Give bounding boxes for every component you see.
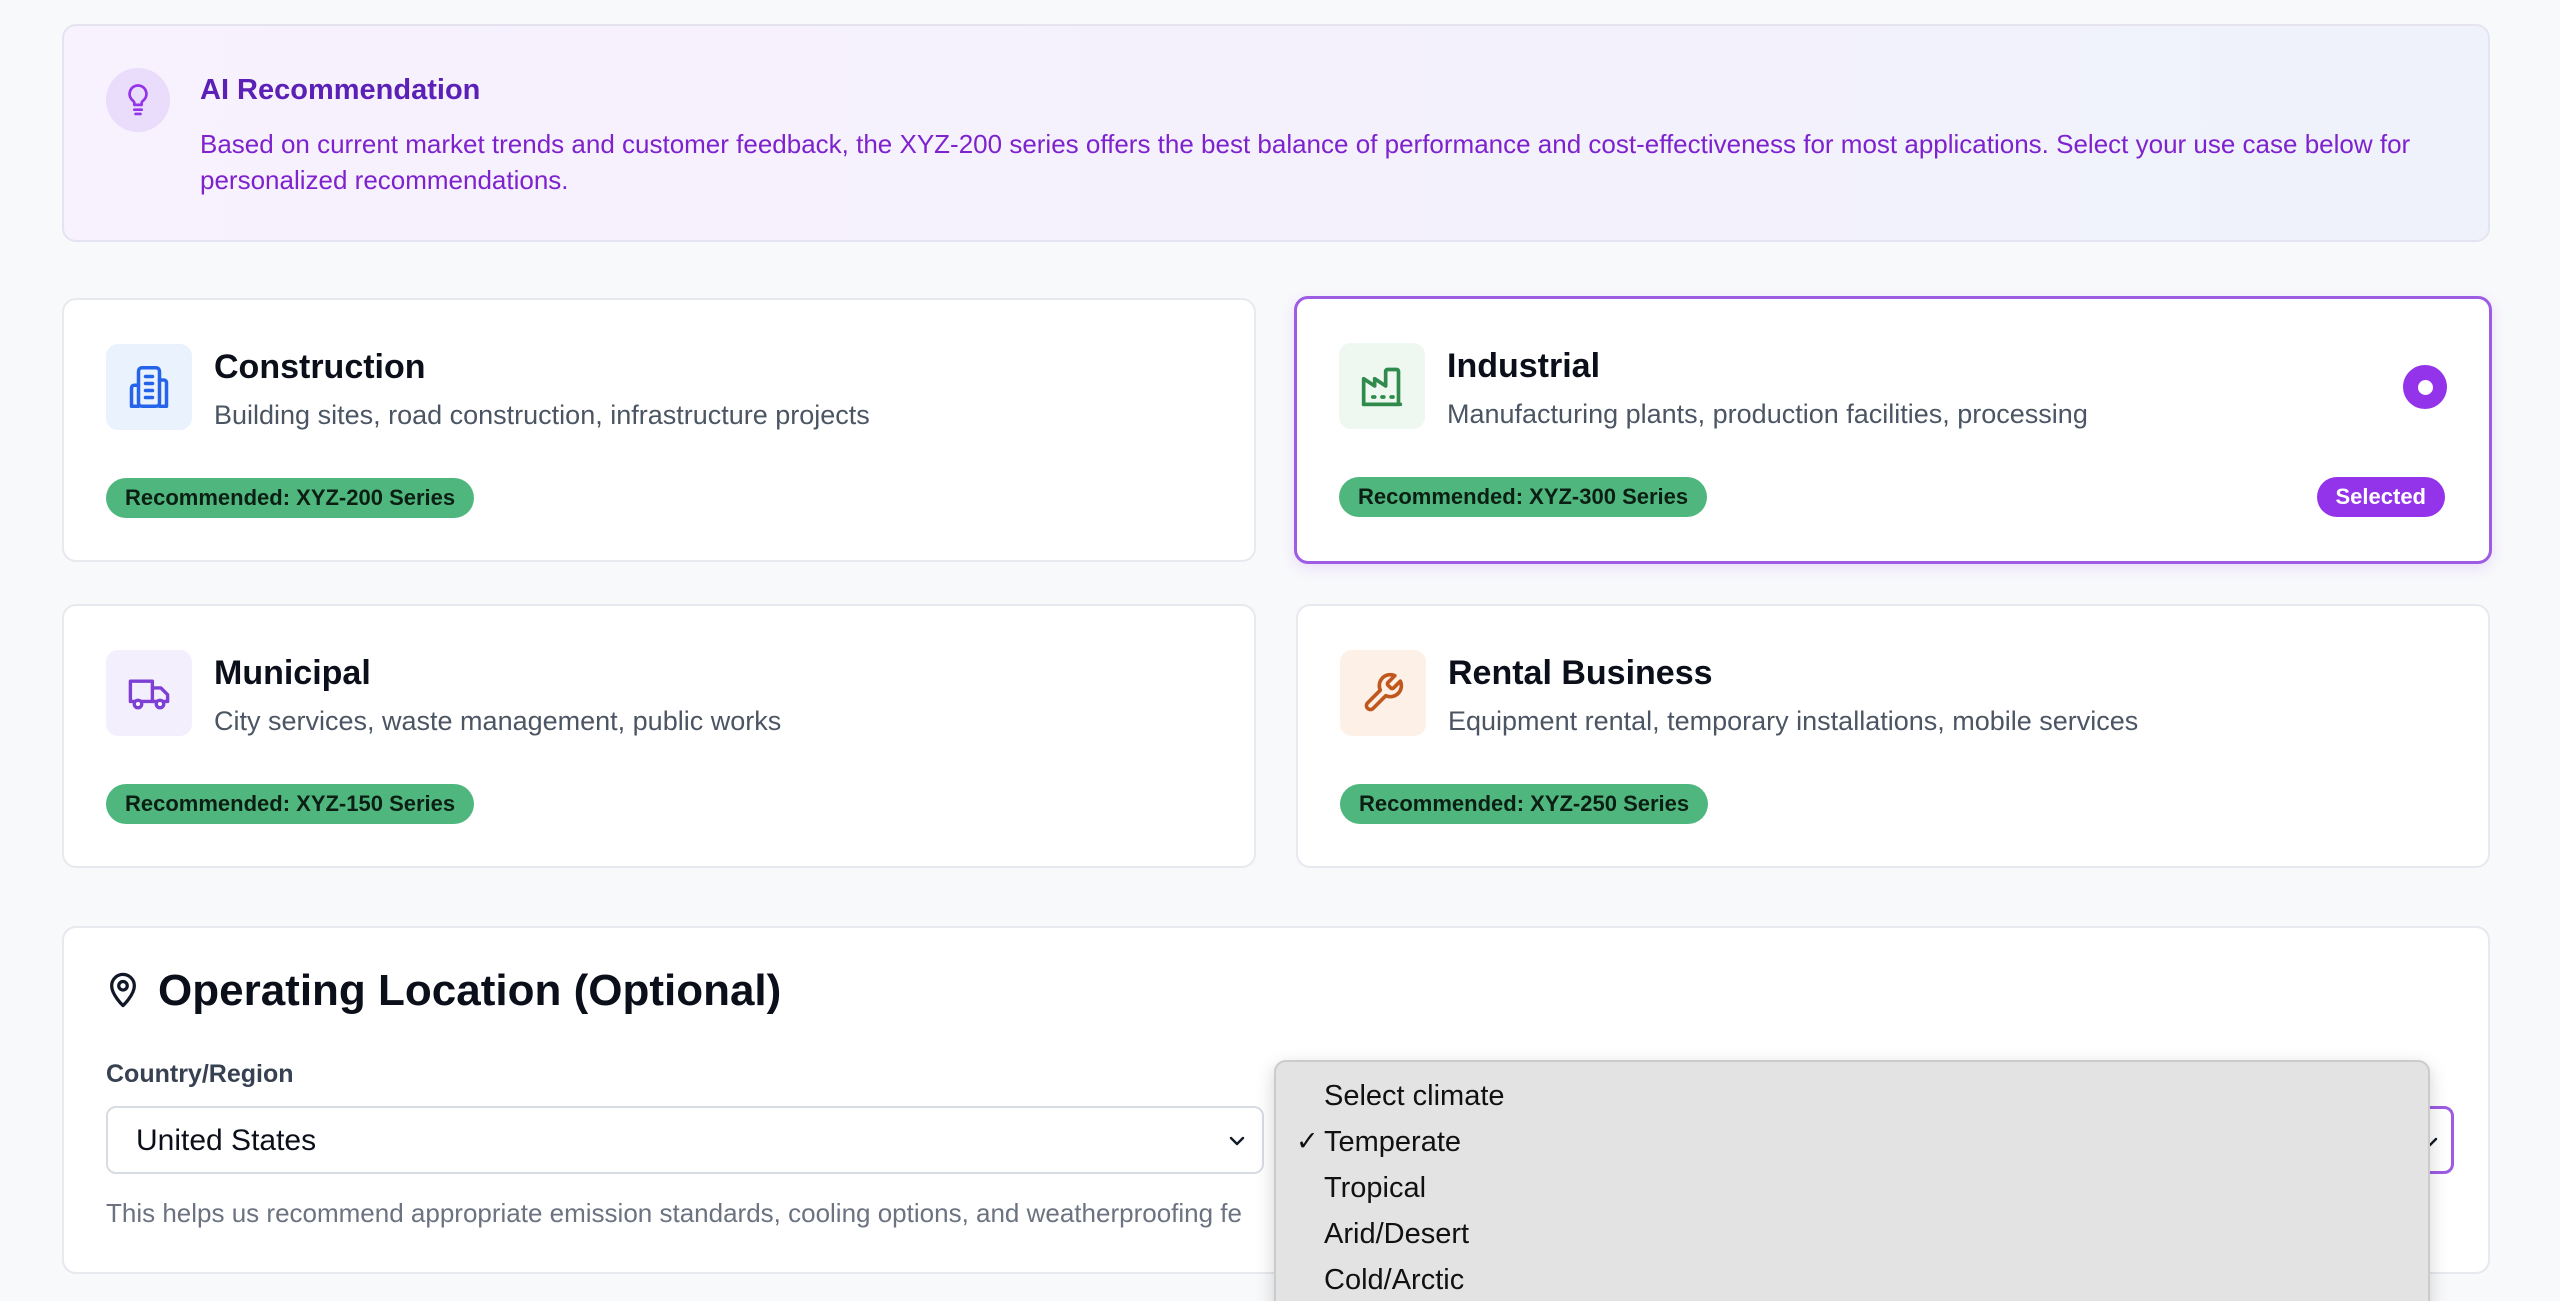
recommended-badge: Recommended: XYZ-150 Series <box>106 784 475 824</box>
use-case-title: Municipal <box>214 654 371 692</box>
climate-dropdown-list: Select climate ✓ Temperate Tropical Arid… <box>1274 1060 2430 1301</box>
truck-icon <box>106 650 192 736</box>
recommended-badge: Recommended: XYZ-200 Series <box>106 478 475 518</box>
use-case-title: Rental Business <box>1448 654 1713 692</box>
use-case-title: Industrial <box>1447 347 1601 385</box>
use-case-description: City services, waste management, public … <box>214 706 782 736</box>
use-case-description: Building sites, road construction, infra… <box>214 400 870 430</box>
radio-dot <box>2417 379 2433 395</box>
climate-option-selected[interactable]: Temperate <box>1324 1126 1461 1159</box>
use-case-card-construction[interactable]: Construction Building sites, road constr… <box>62 298 1256 562</box>
recommended-badge: Recommended: XYZ-300 Series <box>1339 477 1708 517</box>
recommended-badge: Recommended: XYZ-250 Series <box>1340 784 1709 824</box>
use-case-card-municipal[interactable]: Municipal City services, waste managemen… <box>62 604 1256 868</box>
operating-location-heading: Operating Location (Optional) <box>158 966 782 1015</box>
use-case-description: Manufacturing plants, production facilit… <box>1447 399 2088 429</box>
check-icon: ✓ <box>1296 1126 1319 1156</box>
chevron-down-icon <box>1226 1132 1248 1155</box>
ai-recommendation-banner: AI Recommendation Based on current marke… <box>62 24 2490 242</box>
location-help-text: This helps us recommend appropriate emis… <box>106 1198 1242 1228</box>
building-icon <box>106 344 192 430</box>
selected-badge: Selected <box>2316 477 2445 517</box>
ai-recommendation-title: AI Recommendation <box>200 74 481 106</box>
selected-radio[interactable] <box>2403 365 2447 409</box>
use-case-card-rental-business[interactable]: Rental Business Equipment rental, tempor… <box>1296 604 2490 868</box>
page: AI Recommendation Based on current marke… <box>0 0 2560 1301</box>
climate-option[interactable]: Tropical <box>1324 1172 1426 1205</box>
country-region-label: Country/Region <box>106 1060 294 1088</box>
wrench-icon <box>1340 650 1426 736</box>
use-case-card-industrial[interactable]: Industrial Manufacturing plants, product… <box>1294 296 2492 564</box>
country-region-value: United States <box>136 1124 317 1157</box>
use-case-description: Equipment rental, temporary installation… <box>1448 706 2139 736</box>
climate-option[interactable]: Arid/Desert <box>1324 1218 1469 1251</box>
country-region-select[interactable]: United States <box>106 1106 1264 1174</box>
lightbulb-icon <box>106 68 170 132</box>
map-pin-icon <box>106 970 140 1015</box>
climate-option[interactable]: Cold/Arctic <box>1324 1264 1464 1297</box>
ai-recommendation-text: Based on current market trends and custo… <box>200 129 2411 195</box>
climate-option[interactable]: Select climate <box>1324 1080 1505 1113</box>
use-case-title: Construction <box>214 348 426 386</box>
factory-icon <box>1339 343 1425 429</box>
